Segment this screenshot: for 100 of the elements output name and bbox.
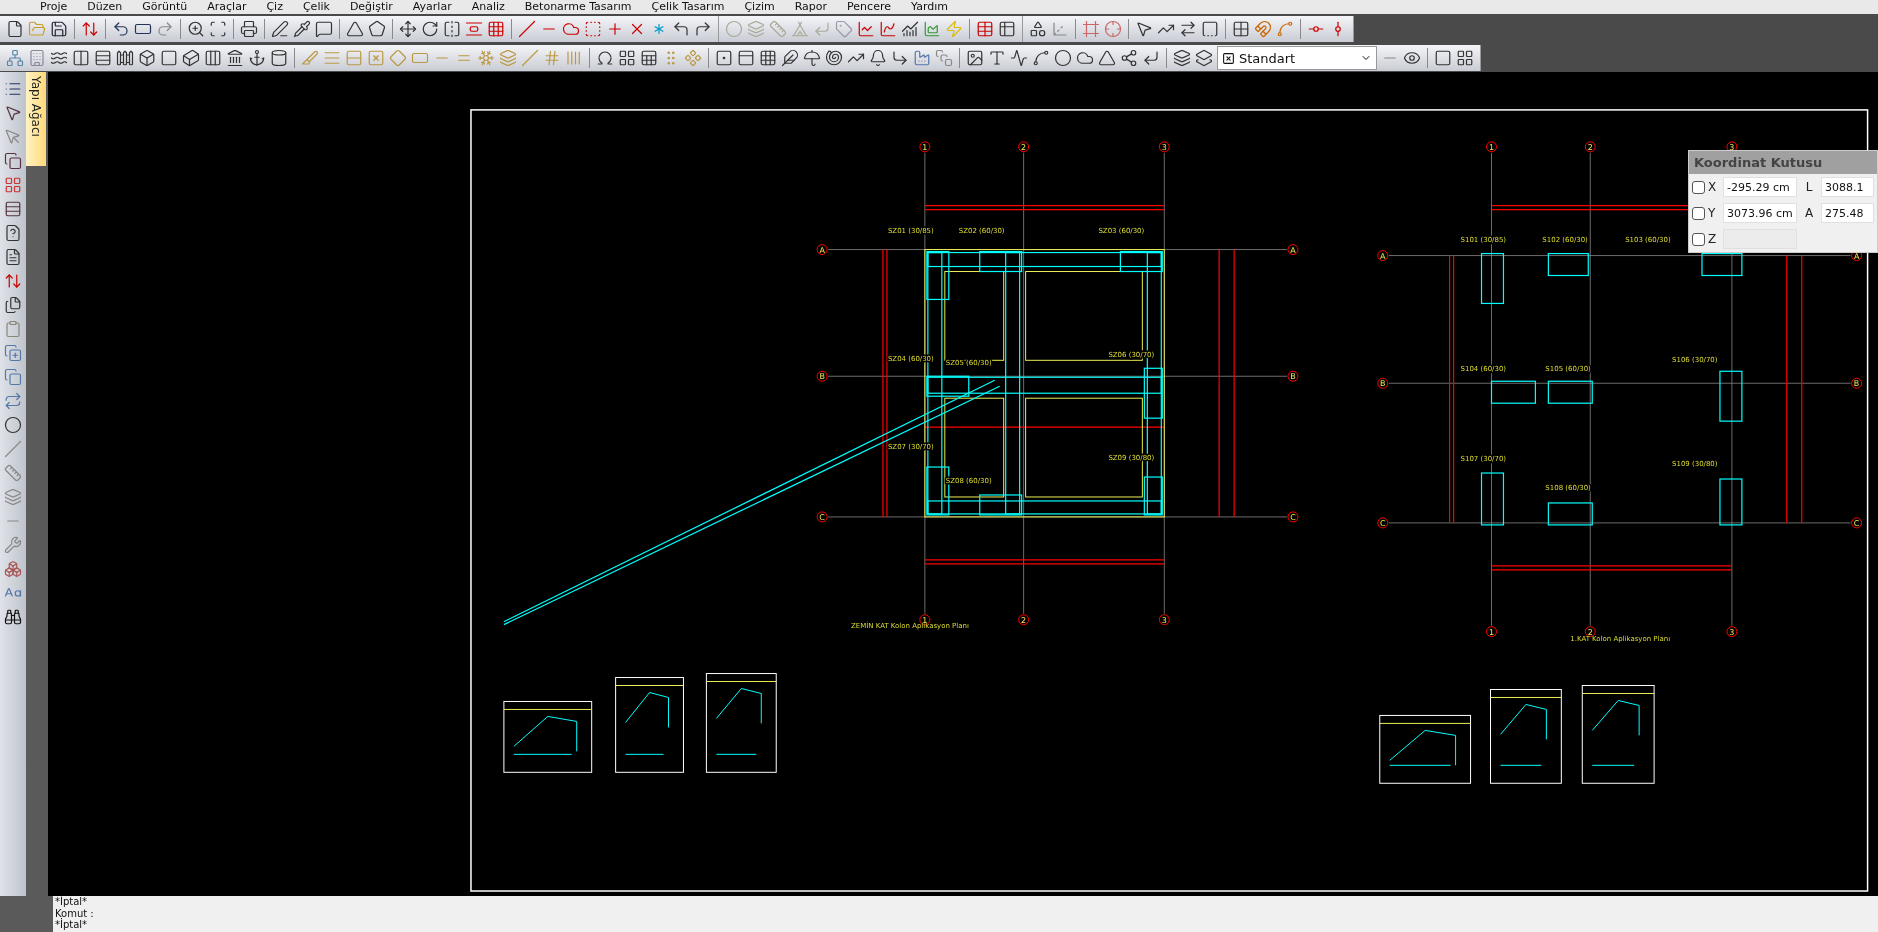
cylinder-icon[interactable]	[270, 49, 288, 67]
files-icon[interactable]	[4, 296, 22, 314]
anchor-icon[interactable]	[248, 49, 266, 67]
pen-icon[interactable]	[271, 20, 289, 38]
copy-plus-icon[interactable]	[4, 344, 22, 362]
menu-item[interactable]: Düzen	[87, 1, 123, 13]
scan-icon[interactable]	[209, 20, 227, 38]
new-file-icon[interactable]	[6, 20, 24, 38]
side-tab[interactable]: Yapı Ağacı	[26, 72, 46, 166]
image-icon[interactable]	[966, 49, 984, 67]
sheet-icon[interactable]	[640, 49, 658, 67]
line-chart-icon[interactable]	[857, 20, 875, 38]
arc-icon[interactable]	[1032, 49, 1050, 67]
panel-top-icon[interactable]	[737, 49, 755, 67]
copy-icon[interactable]	[4, 368, 22, 386]
menu-item[interactable]: Değiştir	[349, 1, 393, 13]
feather-icon[interactable]	[781, 49, 799, 67]
boxes-icon[interactable]	[4, 560, 22, 578]
window-icon[interactable]	[1434, 49, 1452, 67]
menu-item[interactable]: Çizim	[744, 1, 775, 13]
slash-icon[interactable]	[4, 440, 22, 458]
menu-item[interactable]: Proje	[40, 1, 68, 13]
box-icon[interactable]	[138, 49, 156, 67]
return-icon[interactable]	[1142, 49, 1160, 67]
factory-icon[interactable]	[913, 49, 931, 67]
undo-icon[interactable]	[112, 20, 130, 38]
combined-chart-icon[interactable]	[901, 20, 919, 38]
checkbox[interactable]	[1692, 232, 1705, 246]
drawing-canvas[interactable]	[48, 72, 1878, 896]
menu-item[interactable]: Çelik Tasarım	[651, 1, 725, 13]
grid-3x3-icon[interactable]	[759, 49, 777, 67]
array-icon[interactable]	[487, 20, 505, 38]
checkbox[interactable]	[1692, 206, 1705, 220]
menu-item[interactable]: Görüntü	[142, 1, 188, 13]
pipette-icon[interactable]	[293, 20, 311, 38]
swap-icon[interactable]	[1179, 20, 1197, 38]
menu-item[interactable]: Pencere	[847, 1, 891, 13]
grid-icon[interactable]	[618, 49, 636, 67]
copy-select-icon[interactable]	[4, 152, 22, 170]
snap-icon[interactable]	[1201, 20, 1219, 38]
checkbox[interactable]	[1692, 180, 1705, 194]
printer-icon[interactable]	[240, 20, 258, 38]
rows-icon[interactable]	[94, 49, 112, 67]
column-icon[interactable]	[72, 49, 90, 67]
spline-icon[interactable]	[1276, 20, 1294, 38]
table-icon[interactable]	[998, 20, 1016, 38]
clipboard-icon[interactable]	[4, 320, 22, 338]
columns-icon[interactable]	[204, 49, 222, 67]
landmark-icon[interactable]	[226, 49, 244, 67]
rotate-icon[interactable]	[421, 20, 439, 38]
cross-icon[interactable]	[606, 20, 624, 38]
square-icon[interactable]	[160, 49, 178, 67]
list-icon[interactable]	[4, 80, 22, 98]
document-icon[interactable]	[4, 248, 22, 266]
eye-icon[interactable]	[1403, 49, 1421, 67]
text-icon[interactable]	[988, 49, 1006, 67]
menu-item[interactable]: Rapor	[794, 1, 828, 13]
triangle-icon[interactable]	[346, 20, 364, 38]
menu-item[interactable]: Araçlar	[207, 1, 247, 13]
binoculars-icon[interactable]	[4, 608, 22, 626]
coordinate-field[interactable]: -295.29 cm	[1723, 177, 1797, 197]
layer-select[interactable]: Standart	[1217, 46, 1377, 70]
save-icon[interactable]	[50, 20, 68, 38]
select-icon[interactable]	[4, 104, 22, 122]
arrows-icon[interactable]	[81, 20, 99, 38]
circle-icon[interactable]	[1054, 49, 1072, 67]
pentagon-icon[interactable]	[368, 20, 386, 38]
zoom-icon[interactable]	[187, 20, 205, 38]
level-icon[interactable]	[4, 272, 22, 290]
menu-item[interactable]: Ayarlar	[412, 1, 452, 13]
layers-icon[interactable]	[1173, 49, 1191, 67]
select-pale-icon[interactable]	[4, 128, 22, 146]
layer-list-icon[interactable]	[1195, 49, 1213, 67]
corner-line-icon[interactable]	[891, 49, 909, 67]
repeat-icon[interactable]	[4, 392, 22, 410]
query-icon[interactable]	[4, 224, 22, 242]
menu-item[interactable]: Çelik	[302, 1, 330, 13]
coordinate-field[interactable]: 3073.96 cm	[1723, 203, 1797, 223]
network-icon[interactable]	[6, 49, 24, 67]
move-icon[interactable]	[399, 20, 417, 38]
tile-icon[interactable]	[1456, 49, 1474, 67]
coordinate-field[interactable]: 275.48	[1821, 203, 1874, 223]
bell-icon[interactable]	[869, 49, 887, 67]
pointer-icon[interactable]	[1135, 20, 1153, 38]
stack-icon[interactable]	[935, 49, 953, 67]
grid-icon[interactable]	[1232, 20, 1250, 38]
zigzag-icon[interactable]	[1010, 49, 1028, 67]
align-icon[interactable]	[465, 20, 483, 38]
star-icon[interactable]	[477, 49, 495, 67]
trim-icon[interactable]	[518, 20, 536, 38]
menu-item[interactable]: Çiz	[266, 1, 283, 13]
dot-square-icon[interactable]	[715, 49, 733, 67]
fence-icon[interactable]	[116, 49, 134, 67]
coordinate-field[interactable]: 3088.1	[1821, 177, 1874, 197]
crosshair-icon[interactable]	[1104, 20, 1122, 38]
ruler-icon[interactable]	[4, 464, 22, 482]
spline-chart-icon[interactable]	[879, 20, 897, 38]
cloud-icon[interactable]	[1076, 49, 1094, 67]
wave-icon[interactable]	[50, 49, 68, 67]
table-record-icon[interactable]	[976, 20, 994, 38]
